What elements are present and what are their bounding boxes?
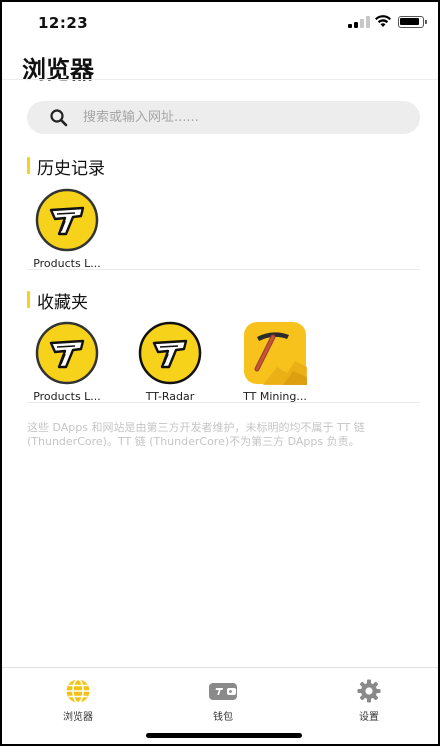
wallet-icon [209,683,237,700]
gear-icon [357,679,381,703]
section-divider [27,269,420,270]
home-indicator[interactable] [146,733,302,738]
tab-wallet[interactable]: 钱包 [183,678,263,723]
tt-radar-logo-icon [138,321,202,385]
search-icon[interactable] [49,108,69,128]
header-divider [2,79,438,80]
wifi-icon [375,15,391,27]
history-section-title: 历史记录 [27,154,105,179]
favorites-section-title: 收藏夹 [27,288,88,313]
favorite-item[interactable]: TT Mining... [225,321,325,403]
favorite-item[interactable]: TT-Radar [120,321,220,403]
status-time: 12:23 [38,14,89,32]
favorite-item[interactable]: Products L... [17,321,117,403]
tab-label: 钱包 [213,712,233,723]
status-bar: 12:23 [2,2,438,42]
tab-label: 设置 [359,712,379,723]
search-bar[interactable] [27,101,420,134]
disclaimer-text: 这些 DApps 和网站是由第三方开发者维护，未标明的均不属于 TT 链 (Th… [27,421,365,448]
tab-browser[interactable]: 浏览器 [38,678,118,723]
battery-icon [398,16,427,28]
history-item[interactable]: Products L... [17,188,117,270]
search-input[interactable] [83,101,403,134]
thundercore-logo-icon [35,321,99,385]
tab-label: 浏览器 [63,712,93,723]
thundercore-logo-icon [35,188,99,252]
globe-icon [66,678,90,704]
tab-settings[interactable]: 设置 [329,678,409,723]
phone-screen: 12:23 浏览器 历史记录 Products L... 收藏夹 [0,0,440,746]
pickaxe-logo-icon [244,322,307,385]
cellular-signal-icon [348,16,370,28]
section-divider [27,402,420,403]
